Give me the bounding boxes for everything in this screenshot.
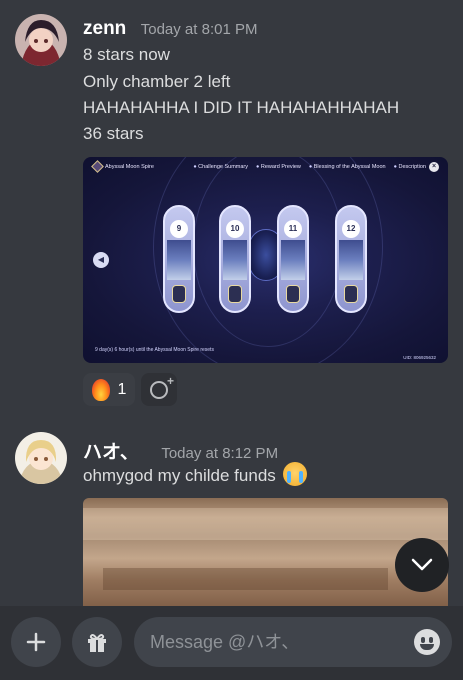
floor-pillar: 12 — [335, 205, 367, 313]
image-band — [83, 508, 448, 540]
message-header: ハオ、 Today at 8:12 PM — [83, 437, 278, 464]
game-tab: Description — [394, 164, 426, 170]
jump-to-latest-button[interactable] — [395, 538, 449, 592]
floor-scene — [167, 240, 191, 280]
chevron-down-icon — [411, 558, 433, 571]
add-reaction-icon — [150, 374, 174, 399]
floor-scene — [281, 240, 305, 280]
image-attachment[interactable]: Abyssal Moon Spire Challenge Summary Rew… — [83, 157, 448, 363]
game-title: Abyssal Moon Spire — [105, 164, 154, 170]
avatar-hao[interactable] — [15, 432, 67, 484]
floor-number: 11 — [284, 220, 302, 238]
reset-text: 9 day(s) 6 hour(s) until the Abyssal Moo… — [95, 347, 214, 353]
reaction-count: 1 — [117, 380, 127, 398]
message-input[interactable] — [150, 617, 400, 667]
floor-number: 12 — [342, 220, 360, 238]
gift-icon — [88, 634, 106, 652]
game-topbar: Abyssal Moon Spire Challenge Summary Rew… — [83, 157, 448, 177]
floor-pillar: 11 — [277, 205, 309, 313]
message-line: 8 stars now — [83, 45, 170, 64]
avatar-zenn[interactable] — [15, 14, 67, 66]
fire-emoji-icon — [91, 378, 110, 401]
image-band — [103, 568, 388, 590]
username[interactable]: zenn — [83, 18, 126, 39]
message-line: HAHAHAHHA I DID IT HAHAHAHHAHAH — [83, 98, 400, 117]
floor-pillar: 10 — [219, 205, 251, 313]
floor-star-icon — [286, 285, 300, 303]
message-header: zenn Today at 8:01 PM — [83, 18, 257, 40]
timestamp: Today at 8:01 PM — [140, 21, 258, 38]
loudly-crying-emoji-icon — [282, 462, 307, 486]
floor-scene — [339, 240, 363, 280]
floor-star-icon — [228, 285, 242, 303]
add-reaction-button[interactable] — [141, 373, 177, 406]
game-tab: Blessing of the Abyssal Moon — [309, 164, 386, 170]
message-input-container[interactable] — [134, 617, 452, 667]
spire-emblem-icon — [91, 160, 104, 173]
plus-icon — [26, 632, 46, 652]
image-attachment[interactable] — [83, 498, 448, 608]
floor-number: 9 — [170, 220, 188, 238]
floor-pillar: 9 — [163, 205, 195, 313]
floor-scene — [223, 240, 247, 280]
reaction-fire[interactable]: 1 — [83, 373, 135, 406]
game-close-icon: × — [429, 162, 439, 172]
floor-star-icon — [344, 285, 358, 303]
gift-button[interactable] — [72, 617, 122, 667]
uid-text: UID: 806925632 — [403, 355, 436, 360]
username[interactable]: ハオ、 — [83, 442, 139, 463]
message-line: ohmygod my childe funds — [83, 462, 307, 486]
game-tabs: Challenge Summary Reward Preview Blessin… — [193, 164, 426, 170]
message-line: 36 stars — [83, 124, 144, 143]
composer-bar — [0, 606, 463, 680]
floor-star-icon — [172, 285, 186, 303]
message-line: Only chamber 2 left — [83, 72, 231, 91]
game-tab: Reward Preview — [256, 164, 301, 170]
game-left-arrow-icon: ◀ — [93, 252, 109, 268]
attach-button[interactable] — [11, 617, 61, 667]
timestamp: Today at 8:12 PM — [161, 445, 279, 462]
floor-number: 10 — [226, 220, 244, 238]
game-tab: Challenge Summary — [193, 164, 248, 170]
emoji-picker-icon[interactable] — [414, 629, 440, 655]
message-text: ohmygod my childe funds — [83, 466, 276, 485]
